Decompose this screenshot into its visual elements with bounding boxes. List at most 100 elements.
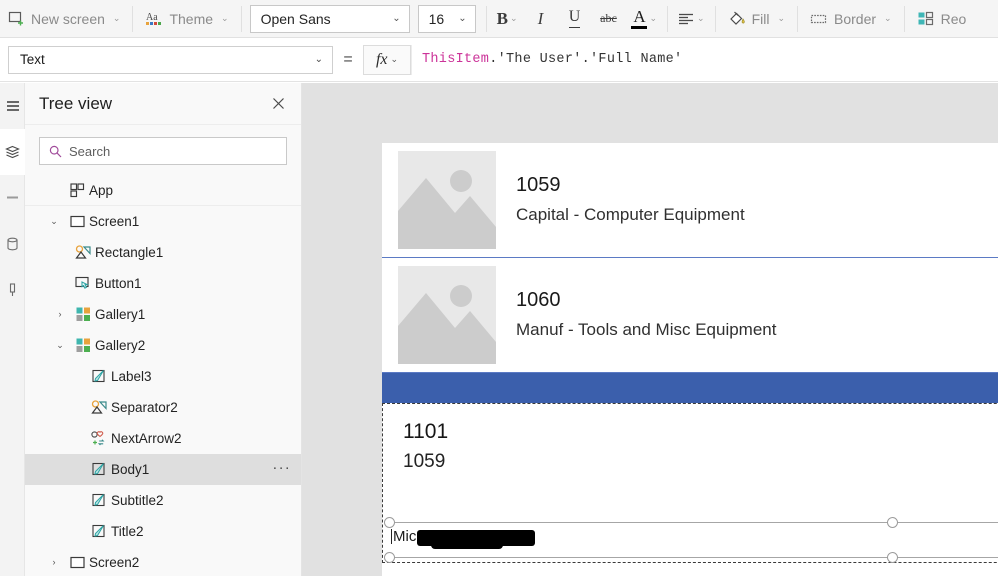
body1-selection-frame[interactable]: Mic — [384, 517, 998, 563]
chevron-down-icon[interactable]: ⌄ — [43, 217, 65, 226]
italic-button[interactable]: I — [523, 4, 557, 34]
next-arrow-icon — [87, 431, 111, 446]
tree-item-body1[interactable]: Body1 ··· — [25, 454, 301, 485]
svg-text:Aa: Aa — [146, 12, 158, 23]
tree-item-button1[interactable]: Button1 — [25, 268, 301, 299]
tree-item-gallery1[interactable]: › Gallery1 — [25, 299, 301, 330]
tree-view-icon — [5, 145, 20, 159]
reorder-button[interactable]: Reo — [909, 4, 975, 34]
tree-item-app[interactable]: App — [25, 175, 301, 206]
equals-sign: = — [343, 50, 353, 68]
selection-line-bottom — [389, 557, 998, 558]
tree-item-rectangle1[interactable]: Rectangle1 — [25, 237, 301, 268]
fx-expand-button[interactable]: fx ⌄ — [363, 44, 411, 75]
search-placeholder: Search — [69, 143, 111, 159]
context-menu-button[interactable]: ··· — [272, 460, 291, 480]
insert-button[interactable] — [0, 175, 25, 221]
close-icon[interactable] — [267, 93, 289, 115]
search-input[interactable]: Search — [39, 137, 287, 165]
label-icon — [87, 524, 111, 539]
align-button[interactable]: ⌄ — [672, 4, 711, 34]
hamburger-menu-button[interactable] — [0, 83, 25, 129]
app-icon — [65, 182, 89, 198]
underline-glyph: U — [568, 9, 581, 28]
font-size-select[interactable]: 16 ⌄ — [417, 4, 476, 33]
gallery-row-text: 1059 Capital - Computer Equipment — [516, 172, 745, 228]
fx-icon: fx — [375, 50, 388, 68]
chevron-right-icon[interactable]: › — [43, 558, 65, 567]
gallery-template-selected[interactable]: 1101 1059 Mic — [382, 403, 998, 563]
data-icon — [6, 237, 19, 251]
gallery-row[interactable]: 1059 Capital - Computer Equipment — [382, 143, 998, 257]
tree-item-nextarrow2[interactable]: NextArrow2 — [25, 423, 301, 454]
data-button[interactable] — [0, 221, 25, 267]
tree-item-label: Gallery1 — [95, 307, 146, 322]
tree-view-header: Tree view — [25, 83, 301, 125]
border-button[interactable]: Border ⌄ — [802, 4, 900, 34]
resize-handle-bottom-left[interactable] — [384, 552, 395, 563]
gallery-row-subtitle: Capital - Computer Equipment — [516, 205, 745, 225]
tree-item-separator2[interactable]: Separator2 — [25, 392, 301, 423]
strikethrough-button[interactable]: abc — [591, 4, 625, 34]
tree-item-label: App — [89, 182, 114, 198]
chevron-down-icon: ⌄ — [390, 54, 399, 64]
formula-input[interactable]: ThisItem .'The User'.'Full Name' — [411, 44, 998, 75]
property-select[interactable]: Text ⌄ — [8, 45, 333, 74]
tree-item-label: Button1 — [95, 276, 142, 291]
formula-bar: Text ⌄ = fx ⌄ ThisItem .'The User'.'Full … — [0, 38, 998, 82]
bold-button[interactable]: B ⌄ — [491, 4, 524, 34]
tree-view-button[interactable] — [0, 129, 25, 175]
fill-button[interactable]: Fill ⌄ — [720, 4, 793, 34]
tree-item-gallery2[interactable]: ⌄ Gallery2 — [25, 330, 301, 361]
tree-item-label: Label3 — [111, 369, 152, 384]
tree-item-label: Screen2 — [89, 555, 140, 570]
search-icon — [49, 145, 62, 158]
chevron-down-icon[interactable]: ⌄ — [49, 341, 71, 350]
selection-line-top — [389, 522, 998, 523]
tree-item-label3[interactable]: Label3 — [25, 361, 301, 392]
chevron-down-icon: ⌄ — [392, 13, 401, 24]
divider — [240, 5, 242, 32]
resize-handle-top-right[interactable] — [887, 517, 898, 528]
media-button[interactable] — [0, 267, 25, 313]
new-screen-button[interactable]: New screen ⌄ — [0, 4, 128, 34]
tree-item-screen2[interactable]: › Screen2 — [25, 547, 301, 576]
template-title: 1101 — [403, 420, 449, 443]
underline-button[interactable]: U — [557, 4, 591, 34]
resize-handle-top-left[interactable] — [384, 517, 395, 528]
tree-search-wrapper: Search — [25, 125, 301, 175]
tree-item-list[interactable]: App ⌄ Screen1 Rectangle1 Button1 › Galle… — [25, 175, 301, 576]
top-command-bar: New screen ⌄ Aa Theme ⌄ Open Sans ⌄ 16 ⌄… — [0, 0, 998, 38]
chevron-right-icon[interactable]: › — [49, 310, 71, 319]
tree-item-subtitle2[interactable]: Subtitle2 — [25, 485, 301, 516]
paint-bucket-icon — [728, 10, 746, 27]
tree-item-title2[interactable]: Title2 — [25, 516, 301, 547]
screen-group: New screen ⌄ — [0, 0, 128, 38]
border-label: Border — [834, 10, 877, 27]
tree-item-screen1[interactable]: ⌄ Screen1 — [25, 206, 301, 237]
divider — [667, 5, 669, 32]
divider — [714, 5, 716, 32]
app-screen-canvas[interactable]: 1059 Capital - Computer Equipment 1060 M… — [382, 143, 998, 576]
template-subtitle: 1059 — [403, 451, 446, 473]
left-icon-rail — [0, 83, 25, 576]
chevron-down-icon: ⌄ — [649, 13, 658, 23]
tree-view-title: Tree view — [39, 93, 113, 113]
chevron-down-icon: ⌄ — [314, 54, 323, 65]
tree-item-label: Gallery2 — [95, 338, 146, 353]
theme-aa-icon: Aa — [145, 10, 163, 27]
resize-handle-bottom-right[interactable] — [887, 552, 898, 563]
screen-icon — [65, 215, 89, 228]
redaction-bar — [417, 529, 536, 549]
chevron-down-icon: ⌄ — [221, 13, 229, 23]
font-family-select[interactable]: Open Sans ⌄ — [249, 4, 410, 33]
gallery-row[interactable]: 1060 Manuf - Tools and Misc Equipment — [382, 258, 998, 372]
tree-item-label: NextArrow2 — [111, 431, 182, 446]
body1-text[interactable]: Mic — [391, 528, 536, 549]
italic-glyph: I — [537, 8, 544, 28]
theme-button[interactable]: Aa Theme ⌄ — [137, 4, 236, 34]
font-color-button[interactable]: A ⌄ — [625, 4, 663, 34]
label-icon — [87, 493, 111, 508]
divider — [797, 5, 799, 32]
tree-item-label: Screen1 — [89, 214, 140, 229]
